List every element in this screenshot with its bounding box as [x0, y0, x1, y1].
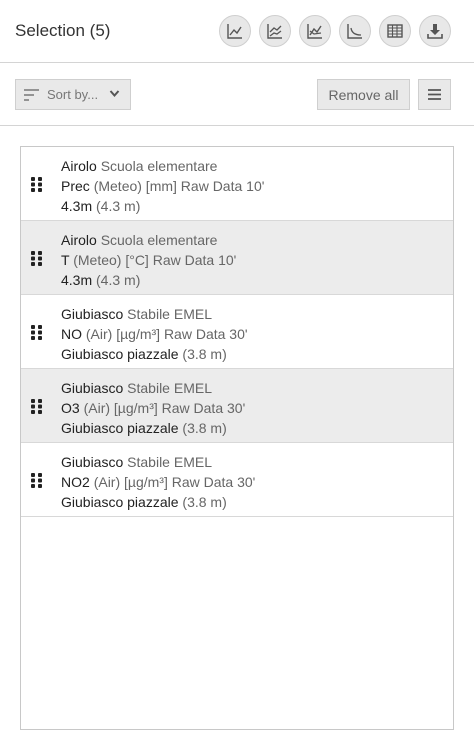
- list-item[interactable]: Giubiasco Stabile EMEL NO2 (Air) [µg/m³]…: [21, 443, 453, 517]
- download-icon: [427, 24, 443, 39]
- list-item[interactable]: Airolo Scuola elementare T (Meteo) [°C] …: [21, 221, 453, 295]
- list-item[interactable]: Giubiasco Stabile EMEL NO (Air) [µg/m³] …: [21, 295, 453, 369]
- station-name: Giubiasco: [61, 306, 124, 322]
- table-button[interactable]: [379, 15, 411, 47]
- area-chart-button[interactable]: [259, 15, 291, 47]
- scatter-chart-icon: [347, 24, 362, 39]
- station-description: Scuola elementare: [100, 232, 218, 248]
- list-item[interactable]: Giubiasco Stabile EMEL O3 (Air) [µg/m³] …: [21, 369, 453, 443]
- remove-all-button[interactable]: Remove all: [317, 79, 410, 110]
- parameter-description: (Air) [µg/m³] Raw Data 30': [83, 400, 246, 416]
- parameter-description: (Air) [µg/m³] Raw Data 30': [85, 326, 248, 342]
- selection-header: Selection (5): [0, 0, 474, 63]
- drag-handle-icon[interactable]: [31, 177, 43, 192]
- parameter-name: O3: [61, 400, 80, 416]
- item-details: Airolo Scuola elementare Prec (Meteo) [m…: [61, 156, 264, 216]
- hamburger-menu-icon: [428, 89, 441, 100]
- drag-handle-icon[interactable]: [31, 399, 43, 414]
- station-name: Airolo: [61, 232, 97, 248]
- station-description: Stabile EMEL: [127, 454, 212, 470]
- multi-line-chart-button[interactable]: [299, 15, 331, 47]
- parameter-name: Prec: [61, 178, 90, 194]
- location-name: 4.3m: [61, 272, 93, 288]
- location-name: Giubiasco piazzale: [61, 346, 179, 362]
- parameter-description: (Meteo) [mm] Raw Data 10': [93, 178, 265, 194]
- item-details: Giubiasco Stabile EMEL NO2 (Air) [µg/m³]…: [61, 452, 255, 512]
- parameter-name: NO: [61, 326, 82, 342]
- drag-handle-icon[interactable]: [31, 473, 43, 488]
- parameter-name: T: [61, 252, 70, 268]
- parameter-description: (Meteo) [°C] Raw Data 10': [73, 252, 237, 268]
- download-button[interactable]: [419, 15, 451, 47]
- selection-title: Selection (5): [15, 21, 111, 40]
- sort-label: Sort by...: [47, 87, 99, 102]
- item-details: Airolo Scuola elementare T (Meteo) [°C] …: [61, 230, 236, 290]
- station-name: Giubiasco: [61, 380, 124, 396]
- selection-list: Airolo Scuola elementare Prec (Meteo) [m…: [20, 146, 454, 730]
- location-name: 4.3m: [61, 198, 93, 214]
- location-name: Giubiasco piazzale: [61, 420, 179, 436]
- parameter-name: NO2: [61, 474, 90, 490]
- item-details: Giubiasco Stabile EMEL O3 (Air) [µg/m³] …: [61, 378, 245, 438]
- chevron-down-icon: [109, 90, 120, 98]
- station-description: Scuola elementare: [100, 158, 218, 174]
- station-name: Giubiasco: [61, 454, 124, 470]
- location-height: (3.8 m): [182, 420, 227, 436]
- menu-button[interactable]: [418, 79, 451, 110]
- multi-line-chart-icon: [307, 24, 322, 39]
- area-chart-icon: [267, 24, 282, 39]
- location-height: (3.8 m): [182, 494, 227, 510]
- location-height: (4.3 m): [96, 272, 141, 288]
- location-height: (4.3 m): [96, 198, 141, 214]
- location-name: Giubiasco piazzale: [61, 494, 179, 510]
- table-icon: [387, 24, 403, 38]
- station-name: Airolo: [61, 158, 97, 174]
- drag-handle-icon[interactable]: [31, 325, 43, 340]
- selection-toolbar: Sort by... Remove all: [0, 63, 474, 126]
- station-description: Stabile EMEL: [127, 306, 212, 322]
- location-height: (3.8 m): [182, 346, 227, 362]
- station-description: Stabile EMEL: [127, 380, 212, 396]
- sort-dropdown[interactable]: Sort by...: [15, 79, 131, 110]
- line-chart-icon: [227, 24, 242, 39]
- scatter-chart-button[interactable]: [339, 15, 371, 47]
- drag-handle-icon[interactable]: [31, 251, 43, 266]
- parameter-description: (Air) [µg/m³] Raw Data 30': [93, 474, 256, 490]
- list-item[interactable]: Airolo Scuola elementare Prec (Meteo) [m…: [21, 147, 453, 221]
- item-details: Giubiasco Stabile EMEL NO (Air) [µg/m³] …: [61, 304, 248, 364]
- sort-icon: [24, 88, 39, 101]
- line-chart-button[interactable]: [219, 15, 251, 47]
